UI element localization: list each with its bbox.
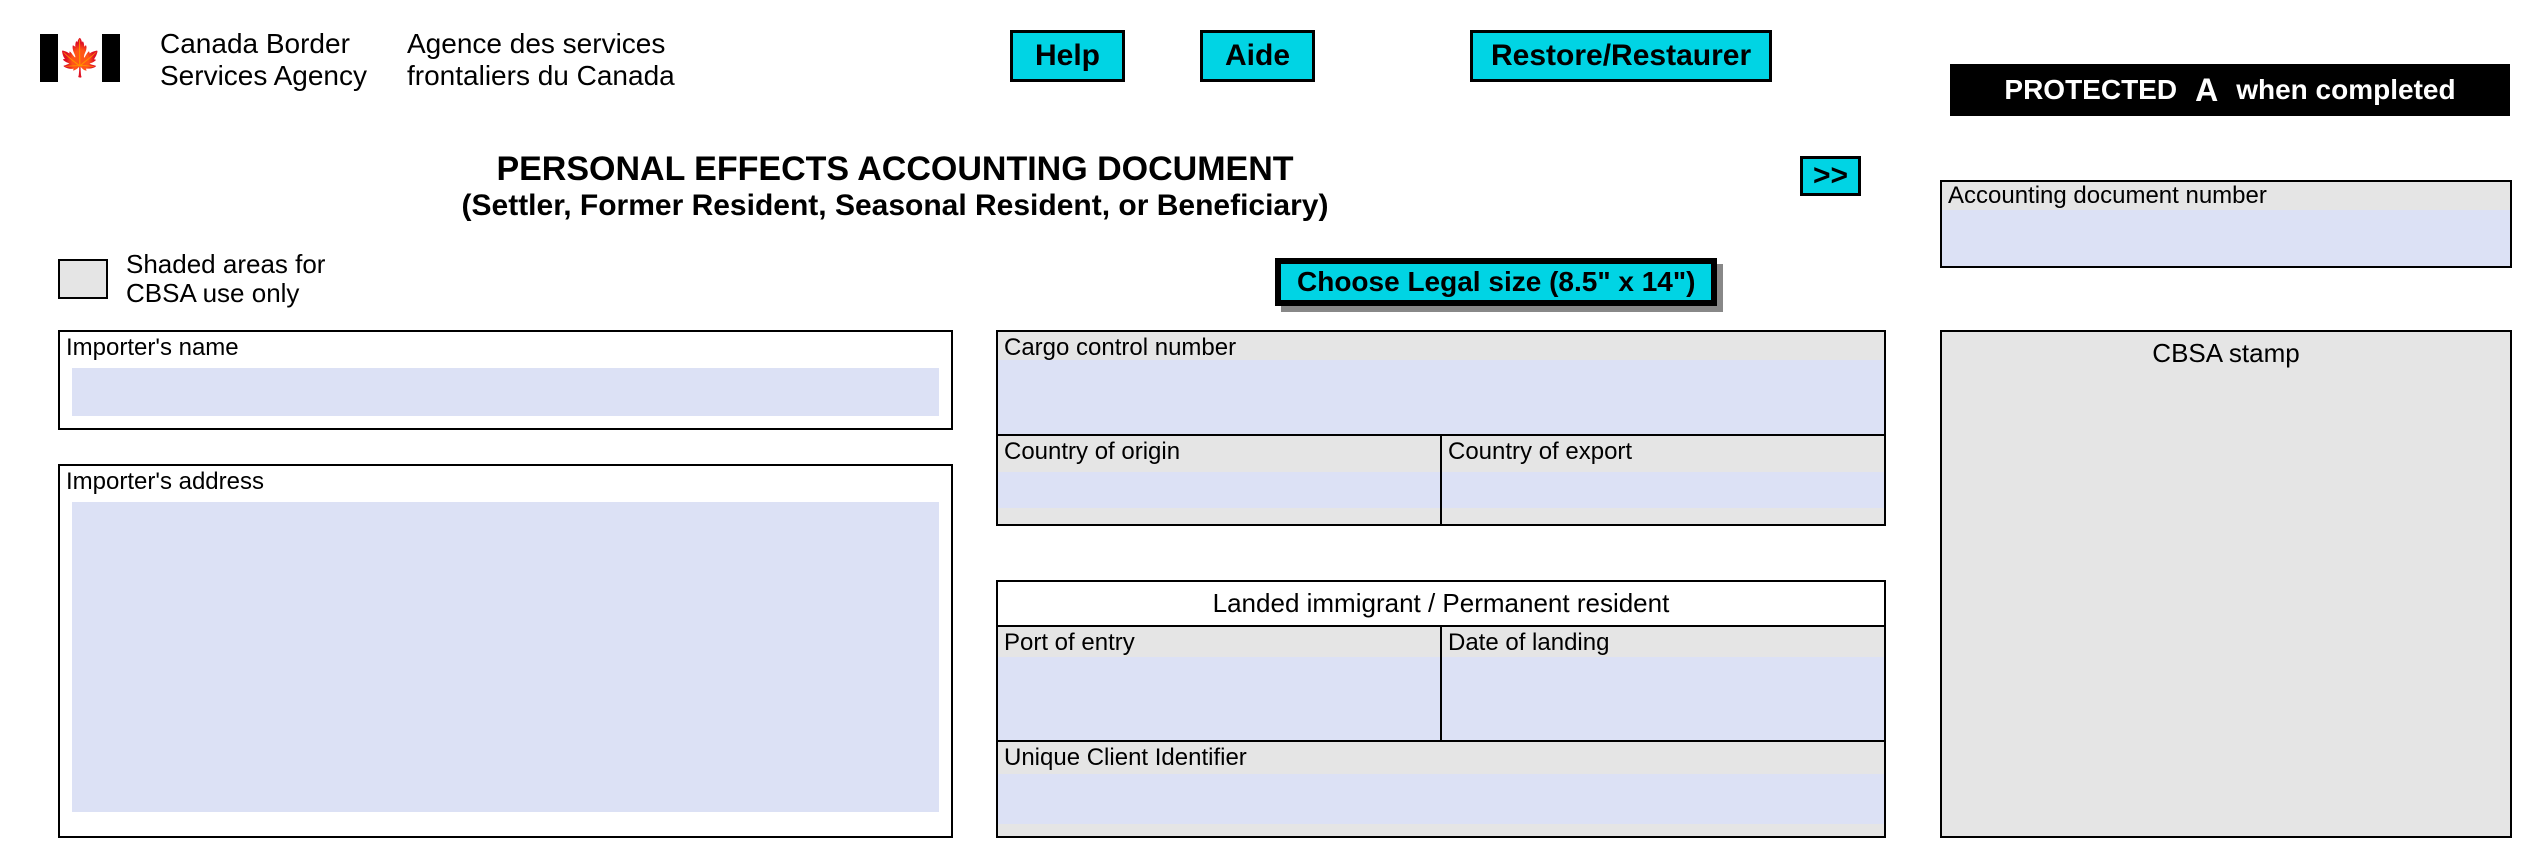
title-main: PERSONAL EFFECTS ACCOUNTING DOCUMENT <box>0 150 1790 189</box>
country-export-field: Country of export <box>1442 436 1884 524</box>
maple-leaf-icon: 🍁 <box>58 40 103 76</box>
canada-flag-logo: 🍁 <box>40 28 120 88</box>
country-export-label: Country of export <box>1448 438 1632 466</box>
cargo-control-input[interactable] <box>998 360 1884 434</box>
protected-word: PROTECTED <box>2004 74 2177 106</box>
protected-suffix: when completed <box>2236 74 2455 106</box>
next-arrow-button[interactable]: >> <box>1800 156 1861 196</box>
importer-address-label: Importer's address <box>60 466 951 498</box>
accounting-document-number-field: Accounting document number <box>1940 180 2512 268</box>
uci-input[interactable] <box>998 774 1884 824</box>
shaded-note-text: Shaded areas for CBSA use only <box>126 250 325 307</box>
port-entry-input[interactable] <box>998 657 1440 740</box>
cargo-section: Cargo control number Country of origin C… <box>996 330 1886 526</box>
date-landing-label: Date of landing <box>1448 629 1609 657</box>
agency-en-2: Services Agency <box>160 60 367 91</box>
aide-button[interactable]: Aide <box>1200 30 1315 82</box>
cbsa-stamp-area: CBSA stamp <box>1940 330 2512 838</box>
uci-field: Unique Client Identifier <box>998 742 1884 836</box>
agency-name: Canada BorderServices Agency Agence des … <box>160 28 675 92</box>
shaded-note: Shaded areas for CBSA use only <box>58 250 325 307</box>
agency-en-1: Canada Border <box>160 28 350 59</box>
title-sub: (Settler, Former Resident, Seasonal Resi… <box>0 189 1790 223</box>
importer-address-field: Importer's address <box>58 464 953 838</box>
cargo-control-label: Cargo control number <box>1004 334 1236 362</box>
protected-letter: A <box>2195 72 2218 109</box>
protected-badge: PROTECTED A when completed <box>1950 64 2510 116</box>
country-origin-input[interactable] <box>998 472 1440 508</box>
landed-immigrant-section: Landed immigrant / Permanent resident Po… <box>996 580 1886 838</box>
importer-name-field: Importer's name <box>58 330 953 430</box>
date-landing-field: Date of landing <box>1442 627 1884 740</box>
agency-fr-2: frontaliers du Canada <box>407 60 675 91</box>
importer-name-input[interactable] <box>72 368 939 416</box>
port-entry-label: Port of entry <box>1004 629 1135 657</box>
importer-name-label: Importer's name <box>60 332 951 364</box>
restore-button[interactable]: Restore/Restaurer <box>1470 30 1772 82</box>
agency-fr-1: Agence des services <box>407 28 665 59</box>
port-entry-field: Port of entry <box>998 627 1442 740</box>
cbsa-stamp-label: CBSA stamp <box>1942 338 2510 369</box>
country-origin-field: Country of origin <box>998 436 1442 524</box>
choose-legal-size-button[interactable]: Choose Legal size (8.5" x 14") <box>1275 258 1717 306</box>
date-landing-input[interactable] <box>1442 657 1884 740</box>
uci-label: Unique Client Identifier <box>1004 744 1247 772</box>
accounting-document-number-label: Accounting document number <box>1942 182 2510 210</box>
importer-address-input[interactable] <box>72 502 939 812</box>
country-export-input[interactable] <box>1442 472 1884 508</box>
document-title: PERSONAL EFFECTS ACCOUNTING DOCUMENT (Se… <box>0 150 1790 223</box>
landed-header: Landed immigrant / Permanent resident <box>998 582 1884 627</box>
help-button[interactable]: Help <box>1010 30 1125 82</box>
cargo-control-field: Cargo control number <box>998 332 1884 436</box>
country-origin-label: Country of origin <box>1004 438 1180 466</box>
shaded-swatch <box>58 259 108 299</box>
